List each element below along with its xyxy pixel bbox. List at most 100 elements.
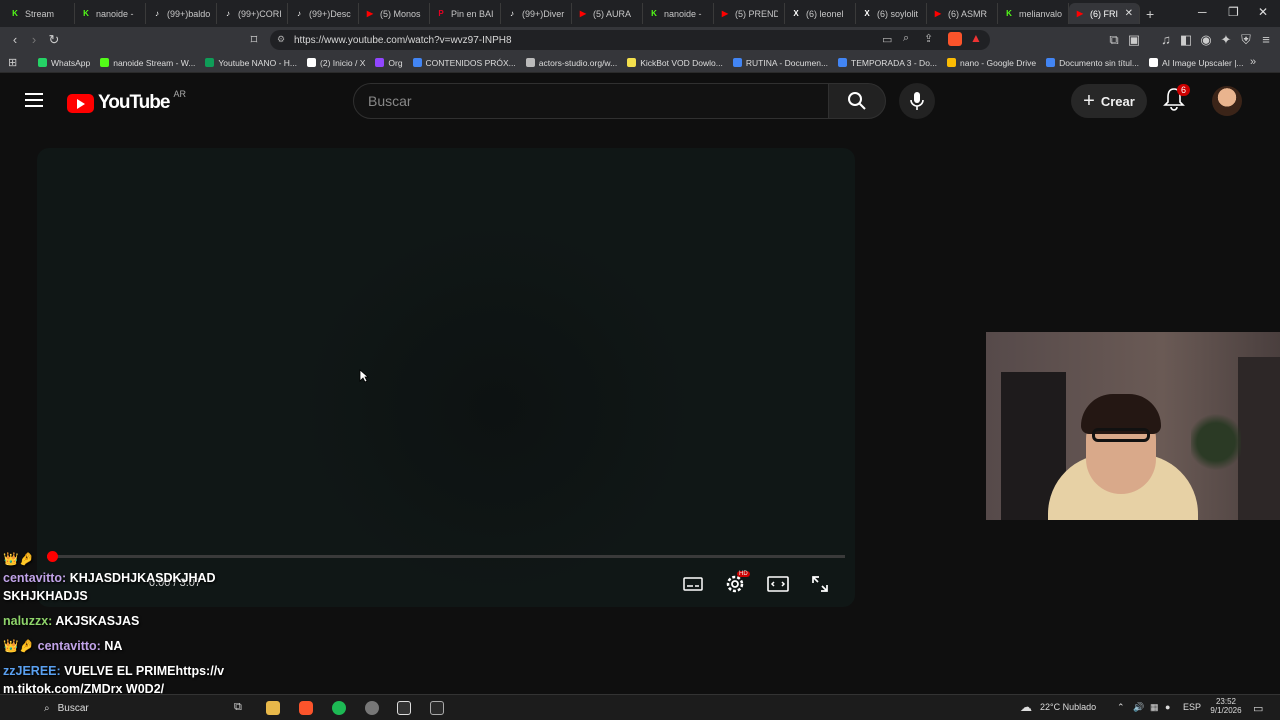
fullscreen-button[interactable] [808, 573, 832, 595]
clock[interactable]: 23:52 9/1/2026 [1208, 697, 1244, 715]
browser-tab[interactable]: X (6) leonel [785, 3, 856, 24]
network-icon[interactable]: ▦ [1150, 702, 1159, 713]
taskbar-search[interactable]: ⌕ Buscar [38, 699, 223, 717]
apps-grid-icon[interactable]: ⊞ [8, 56, 17, 69]
subtitles-button[interactable] [681, 573, 705, 595]
bookmark-item[interactable]: Documento sin títul... [1046, 58, 1139, 68]
bookmark-label: nanoide Stream - W... [113, 57, 196, 68]
bookmark-item[interactable]: nanoide Stream - W... [100, 58, 195, 68]
browser-tab[interactable]: K Stream [4, 3, 75, 24]
vpn-icon[interactable]: ⛨ [1236, 32, 1256, 48]
browser-tab[interactable]: ▶ (6) FRI ✕ [1069, 3, 1140, 24]
brave-browser-icon[interactable] [299, 701, 313, 715]
close-tab-icon[interactable]: ✕ [1125, 8, 1133, 19]
kick-icon: K [1006, 9, 1012, 18]
bookmark-item[interactable]: Org [375, 57, 403, 68]
browser-tab[interactable]: Knanoide - [643, 3, 714, 24]
weather-text[interactable]: 22°C Nublado [1040, 702, 1096, 712]
notification-center-icon[interactable]: ▭ [1253, 702, 1263, 715]
bookmark-item[interactable]: KickBot VOD Dowlo... [627, 58, 723, 68]
voice-search-button[interactable] [899, 83, 935, 119]
more-bookmarks-icon[interactable]: » [1250, 56, 1256, 68]
account-avatar[interactable] [1212, 86, 1242, 116]
browser-tab[interactable]: ▶ (5) AURA [572, 3, 643, 24]
browser-tab[interactable]: ♪ (99+)Desc [288, 3, 359, 24]
back-icon[interactable]: ‹ [5, 32, 25, 47]
epic-games-icon[interactable] [430, 701, 444, 715]
bookmark-item[interactable]: (2) Inicio / X [307, 58, 365, 68]
spotify-icon[interactable] [332, 701, 346, 715]
browser-tab[interactable]: ♪ (99+)baldo [146, 3, 217, 24]
minimize-icon[interactable]: ─ [1198, 5, 1207, 19]
search-input[interactable]: Buscar [353, 83, 829, 119]
media-icon[interactable]: ♫ [1156, 32, 1176, 47]
hamburger-menu-icon[interactable] [25, 93, 43, 111]
bookmark-favicon-icon [525, 58, 535, 67]
tab-title: (6) soylolit [877, 8, 919, 19]
bookmark-item[interactable]: WhatsApp [38, 58, 90, 68]
video-player[interactable]: 0:00 / 3:07 HD [37, 148, 855, 607]
zoom-icon[interactable]: ⌕ [903, 32, 909, 45]
bookmark-label: Documento sin títul... [1059, 57, 1139, 68]
brave-rewards-icon[interactable]: ▲ [970, 31, 982, 45]
forward-icon[interactable]: › [24, 32, 44, 47]
tab-title: (99+)baldo [167, 8, 210, 19]
browser-tab[interactable]: ▶ (5) Monos [359, 3, 430, 24]
site-info-icon[interactable]: ⚙ [277, 34, 285, 45]
obs-icon[interactable] [365, 701, 379, 715]
task-view-icon[interactable]: ⧉ [234, 701, 248, 715]
new-tab-icon[interactable]: + [1146, 6, 1164, 22]
menu-icon[interactable]: ≡ [1256, 32, 1276, 47]
bookmark-item[interactable]: CONTENIDOS PRÓX... [412, 58, 516, 68]
bookmark-item[interactable]: nano - Google Drive [947, 58, 1036, 68]
chat-badges: 👑🤌 [3, 552, 35, 566]
volume-icon[interactable]: 🔊 [1133, 702, 1144, 713]
cast-icon[interactable]: ▭ [882, 33, 892, 46]
youtube-icon: ▶ [934, 9, 942, 18]
profile-icon[interactable]: ◉ [1196, 32, 1216, 48]
weather-icon: ☁ [1020, 700, 1032, 714]
file-explorer-icon[interactable] [266, 701, 280, 715]
stream-chat-overlay: 👑🤌 centavitto: KHJASDHJKASDKJHAD SKHJKHA… [0, 550, 235, 700]
leo-ai-icon[interactable]: ✦ [1216, 32, 1236, 48]
url-text: https://www.youtube.com/watch?v=wvz97-IN… [294, 34, 512, 46]
browser-tab[interactable]: ♪ (99+)CORI [217, 3, 288, 24]
browser-tab[interactable]: Knanoide - [75, 3, 146, 24]
reload-icon[interactable]: ↻ [44, 32, 64, 48]
capcut-icon[interactable] [397, 701, 411, 715]
settings-button[interactable]: HD [723, 571, 750, 595]
theater-mode-button[interactable] [766, 573, 790, 595]
browser-tab[interactable]: ▶ (5) PREND [714, 3, 785, 24]
browser-tab[interactable]: P Pin en BAI [430, 3, 501, 24]
tray-chevron-icon[interactable]: ⌃ [1117, 702, 1125, 713]
bookmark-favicon-icon [307, 58, 317, 67]
bookmark-item[interactable]: AI Image Upscaler |... [1148, 58, 1244, 68]
bookmark-label: Org [388, 57, 403, 68]
create-button[interactable]: + Crear [1071, 84, 1147, 118]
bookmark-item[interactable]: actors-studio.org/w... [525, 58, 617, 68]
share-icon[interactable]: ⇪ [924, 32, 933, 45]
bookmark-item[interactable]: Youtube NANO - H... [205, 58, 297, 68]
notifications-button[interactable]: 6 [1163, 84, 1191, 115]
microphone-icon[interactable]: ● [1165, 702, 1170, 712]
browser-tab[interactable]: ▶ (6) ASMR [927, 3, 998, 24]
browser-tab[interactable]: Kmelianvalo [998, 3, 1069, 24]
extensions-icon[interactable]: ⧉ [1104, 32, 1124, 48]
search-button[interactable] [828, 83, 886, 119]
chat-message: centavitto: KHJASDHJKASDKJHAD SKHJKHADJS [3, 569, 235, 605]
brave-shield-icon[interactable] [948, 32, 962, 46]
theater-icon [767, 576, 789, 592]
sidebar-icon[interactable]: ◧ [1176, 32, 1196, 48]
youtube-logo[interactable]: YouTube AR [67, 89, 186, 114]
bookmark-item[interactable]: RUTINA - Documen... [732, 58, 828, 68]
address-bar[interactable]: ⚙ https://www.youtube.com/watch?v=wvz97-… [270, 30, 990, 50]
restore-icon[interactable]: ❐ [1228, 5, 1239, 19]
bookmark-item[interactable]: TEMPORADA 3 - Do... [838, 58, 937, 68]
bookmark-icon[interactable]: ⌑ [244, 32, 264, 48]
close-window-icon[interactable]: ✕ [1258, 5, 1268, 19]
browser-tab[interactable]: ♪ (99+)Diver [501, 3, 572, 24]
wallet-icon[interactable]: ▣ [1124, 32, 1144, 48]
browser-tab[interactable]: X (6) soylolit [856, 3, 927, 24]
kick-icon: K [83, 9, 89, 18]
language-indicator[interactable]: ESP [1183, 702, 1201, 712]
